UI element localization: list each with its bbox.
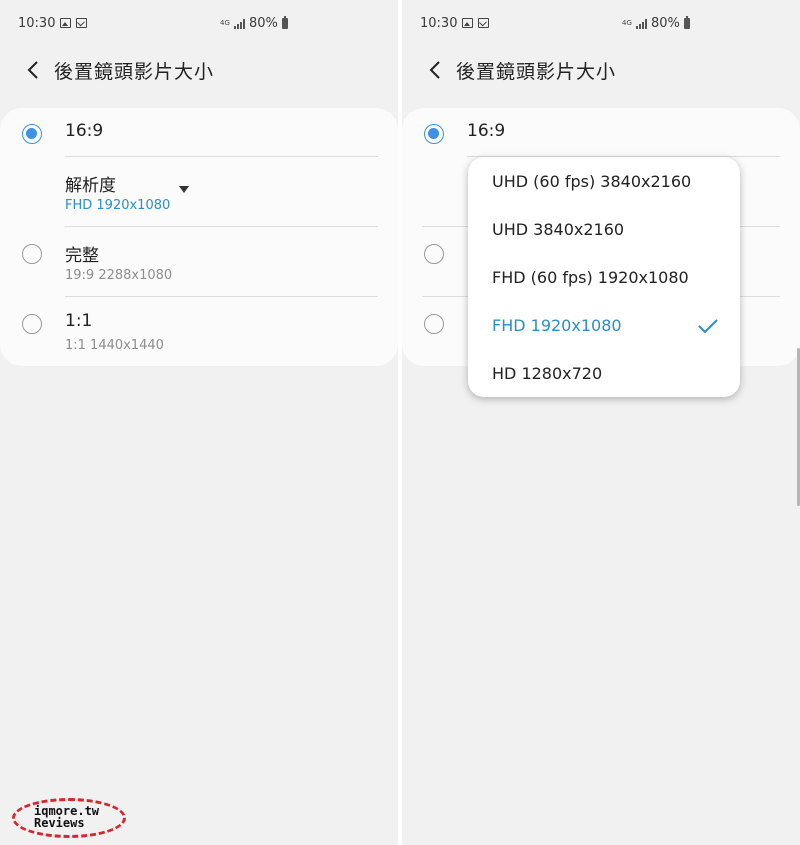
gallery-icon — [60, 18, 71, 28]
radio-icon[interactable] — [424, 314, 444, 334]
resolution-label: 解析度 — [65, 176, 116, 196]
status-right: 4G 80% — [220, 16, 288, 31]
gallery-icon — [462, 18, 473, 28]
dropdown-option[interactable]: FHD (60 fps) 1920x1080 — [492, 268, 689, 287]
dropdown-arrow-icon[interactable] — [179, 186, 189, 193]
option-1-1[interactable]: 1:1 1:1 1440x1440 — [0, 296, 398, 366]
battery-icon — [683, 16, 690, 29]
right-screen: 10:30 4G 80% 後置鏡頭影片大小 16:9 UHD (60 fps) … — [402, 0, 800, 845]
battery-percent: 80% — [651, 16, 680, 31]
status-time: 10:30 — [18, 16, 56, 31]
check-icon — [698, 319, 718, 334]
aspect-ratio-card: 16:9 解析度 FHD 1920x1080 完整 19:9 2288x1080… — [0, 108, 398, 366]
notification-icons — [60, 17, 92, 32]
option-label: 完整 — [65, 246, 99, 266]
status-bar: 10:30 4G 80% — [402, 0, 800, 48]
status-bar: 10:30 4G 80% — [0, 0, 398, 48]
left-screen: 10:30 4G 80% 後置鏡頭影片大小 16:9 解析度 FHD 1920x… — [0, 0, 398, 845]
radio-selected-icon[interactable] — [424, 124, 444, 144]
app-bar: 後置鏡頭影片大小 — [0, 48, 398, 92]
signal-icon — [636, 18, 647, 29]
option-16-9[interactable]: 16:9 — [402, 108, 800, 156]
dropdown-option-selected[interactable]: FHD 1920x1080 — [492, 316, 622, 335]
watermark-logo: iqmore.tw Reviews — [12, 798, 126, 838]
radio-icon[interactable] — [22, 314, 42, 334]
mail-icon — [76, 18, 87, 28]
dropdown-option[interactable]: UHD (60 fps) 3840x2160 — [492, 172, 691, 191]
resolution-value: FHD 1920x1080 — [65, 198, 171, 213]
option-16-9[interactable]: 16:9 — [0, 108, 398, 156]
resolution-dropdown-menu: UHD (60 fps) 3840x2160 UHD 3840x2160 FHD… — [468, 157, 740, 397]
radio-icon[interactable] — [424, 244, 444, 264]
radio-selected-icon[interactable] — [22, 124, 42, 144]
network-type-icon: 4G — [220, 19, 230, 27]
battery-icon — [281, 16, 288, 29]
network-type-icon: 4G — [622, 19, 632, 27]
back-icon[interactable] — [424, 58, 448, 82]
divider — [65, 156, 378, 157]
battery-percent: 80% — [249, 16, 278, 31]
status-right: 4G 80% — [622, 16, 690, 31]
option-subtext: 1:1 1440x1440 — [65, 338, 164, 353]
app-bar: 後置鏡頭影片大小 — [402, 48, 800, 92]
back-icon[interactable] — [22, 58, 46, 82]
status-time: 10:30 — [420, 16, 458, 31]
mail-icon — [478, 18, 489, 28]
option-label: 16:9 — [65, 121, 104, 141]
dropdown-option[interactable]: UHD 3840x2160 — [492, 220, 624, 239]
notification-icons — [462, 17, 494, 32]
option-subtext: 19:9 2288x1080 — [65, 268, 173, 283]
page-title: 後置鏡頭影片大小 — [456, 61, 617, 83]
radio-icon[interactable] — [22, 244, 42, 264]
option-label: 16:9 — [467, 121, 506, 141]
option-full[interactable]: 完整 19:9 2288x1080 — [0, 226, 398, 296]
page-title: 後置鏡頭影片大小 — [54, 61, 215, 83]
dropdown-option[interactable]: HD 1280x720 — [492, 364, 602, 383]
signal-icon — [234, 18, 245, 29]
watermark-text: iqmore.tw Reviews — [34, 804, 100, 830]
option-label: 1:1 — [65, 311, 93, 331]
